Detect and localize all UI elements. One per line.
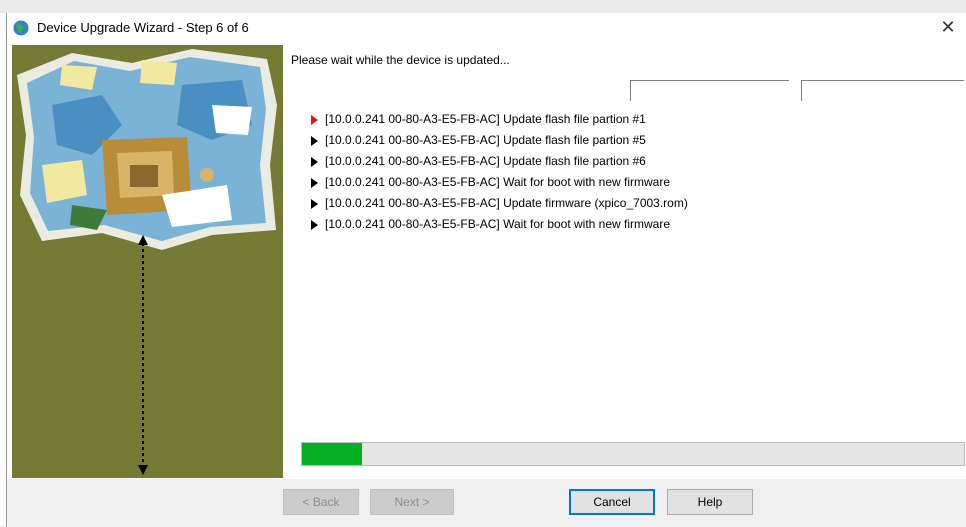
log-text: [10.0.0.241 00-80-A3-E5-FB-AC] Wait for …: [325, 175, 671, 189]
log-entry: [10.0.0.241 00-80-A3-E5-FB-AC] Update fl…: [311, 151, 688, 172]
log-entry: [10.0.0.241 00-80-A3-E5-FB-AC] Update fl…: [311, 109, 688, 130]
log-text: [10.0.0.241 00-80-A3-E5-FB-AC] Wait for …: [325, 217, 671, 231]
help-button[interactable]: Help: [667, 489, 753, 515]
log-entry: [10.0.0.241 00-80-A3-E5-FB-AC] Wait for …: [311, 214, 688, 235]
progress-bar: [301, 442, 965, 466]
background-top-strip: [0, 0, 966, 13]
button-bar: < Back Next > Cancel Help: [7, 479, 966, 527]
log-text: [10.0.0.241 00-80-A3-E5-FB-AC] Update fi…: [325, 196, 688, 210]
log-arrow-icon: [311, 220, 318, 230]
cancel-button[interactable]: Cancel: [569, 489, 655, 515]
log-arrow-icon: [311, 178, 318, 188]
status-text: Please wait while the device is updated.…: [291, 53, 510, 67]
back-button[interactable]: < Back: [283, 489, 359, 515]
close-icon[interactable]: ✕: [937, 16, 959, 38]
log-arrow-icon: [311, 115, 318, 125]
log-text: [10.0.0.241 00-80-A3-E5-FB-AC] Update fl…: [325, 112, 646, 126]
log-arrow-icon: [311, 199, 318, 209]
log-arrow-icon: [311, 157, 318, 167]
column-header-box-2: [801, 80, 964, 101]
upgrade-log: [10.0.0.241 00-80-A3-E5-FB-AC] Update fl…: [311, 109, 688, 235]
log-arrow-icon: [311, 136, 318, 146]
window-title: Device Upgrade Wizard - Step 6 of 6: [37, 20, 249, 35]
log-entry: [10.0.0.241 00-80-A3-E5-FB-AC] Update fi…: [311, 193, 688, 214]
log-entry: [10.0.0.241 00-80-A3-E5-FB-AC] Update fl…: [311, 130, 688, 151]
log-text: [10.0.0.241 00-80-A3-E5-FB-AC] Update fl…: [325, 133, 646, 147]
wizard-illustration: [12, 45, 283, 478]
title-bar: Device Upgrade Wizard - Step 6 of 6 ✕: [7, 13, 966, 43]
log-text: [10.0.0.241 00-80-A3-E5-FB-AC] Update fl…: [325, 154, 646, 168]
wizard-sidebar-image: [12, 45, 283, 478]
column-header-box-1: [630, 80, 789, 101]
progress-fill: [302, 443, 362, 465]
wizard-content: Please wait while the device is updated.…: [283, 43, 966, 479]
next-button[interactable]: Next >: [370, 489, 454, 515]
globe-icon: [13, 20, 29, 36]
log-entry: [10.0.0.241 00-80-A3-E5-FB-AC] Wait for …: [311, 172, 688, 193]
wizard-window: Device Upgrade Wizard - Step 6 of 6 ✕ Pl…: [6, 13, 966, 527]
